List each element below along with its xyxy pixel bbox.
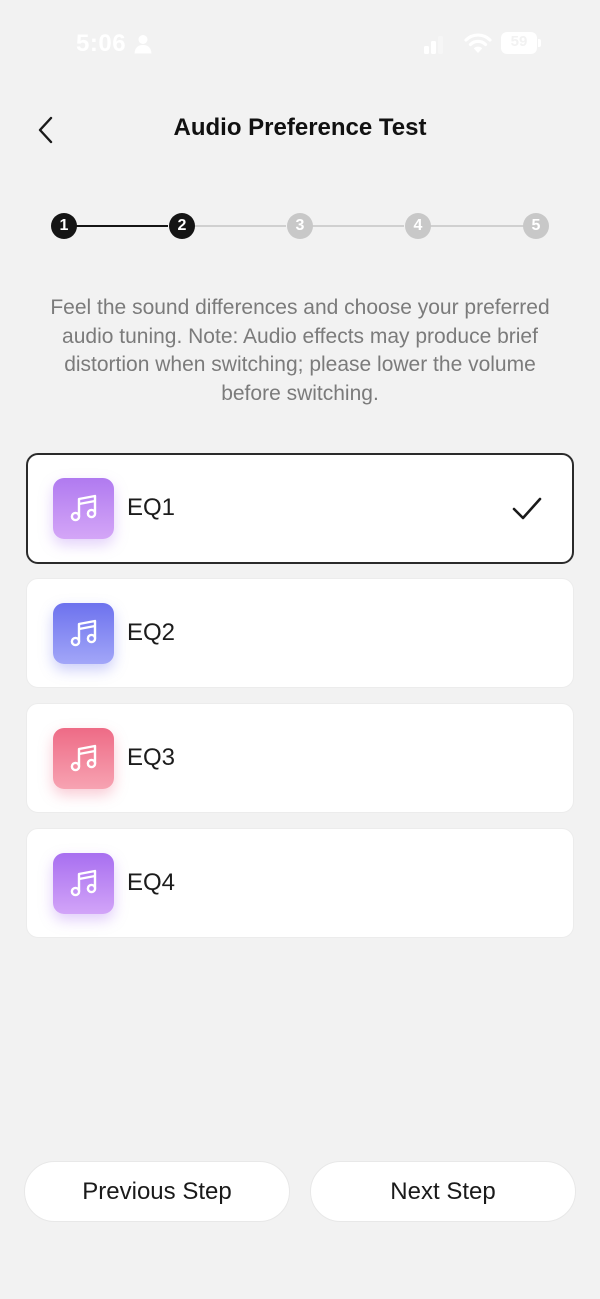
music-note-icon [53, 603, 114, 664]
page-title: Audio Preference Test [173, 114, 427, 141]
person-icon [134, 34, 152, 54]
step-3: 3 [287, 213, 313, 239]
instruction-text: Feel the sound differences and choose yo… [50, 296, 550, 405]
eq-option-2[interactable]: EQ2 [26, 578, 574, 688]
eq-option-1[interactable]: EQ1 [26, 453, 574, 564]
next-step-button[interactable]: Next Step [310, 1161, 576, 1222]
step-connector-3 [312, 225, 404, 227]
status-bar: 5:06 59 [0, 0, 600, 90]
status-time: 5:06 [76, 30, 127, 57]
battery-cap [538, 39, 541, 47]
previous-step-button[interactable]: Previous Step [24, 1161, 290, 1222]
signal-icon [424, 36, 444, 54]
step-5: 5 [523, 213, 549, 239]
step-4: 4 [405, 213, 431, 239]
step-2: 2 [169, 213, 195, 239]
music-note-icon [53, 728, 114, 789]
step-connector-2 [194, 225, 286, 227]
eq-option-3[interactable]: EQ3 [26, 703, 574, 813]
step-connector-4 [430, 225, 524, 227]
battery-level: 59 [510, 33, 528, 50]
battery-icon: 59 [501, 32, 541, 54]
eq-option-label: EQ1 [127, 494, 176, 521]
eq-option-label: EQ3 [127, 744, 176, 771]
checkmark-icon [512, 497, 542, 520]
eq-option-4[interactable]: EQ4 [26, 828, 574, 938]
wifi-icon [464, 32, 492, 54]
step-1: 1 [51, 213, 77, 239]
eq-option-label: EQ4 [127, 869, 176, 896]
music-note-icon [53, 853, 114, 914]
music-note-icon [53, 478, 114, 539]
step-connector-1 [76, 225, 168, 227]
progress-stepper: 1 2 3 4 5 [50, 212, 550, 240]
eq-option-label: EQ2 [127, 619, 176, 646]
